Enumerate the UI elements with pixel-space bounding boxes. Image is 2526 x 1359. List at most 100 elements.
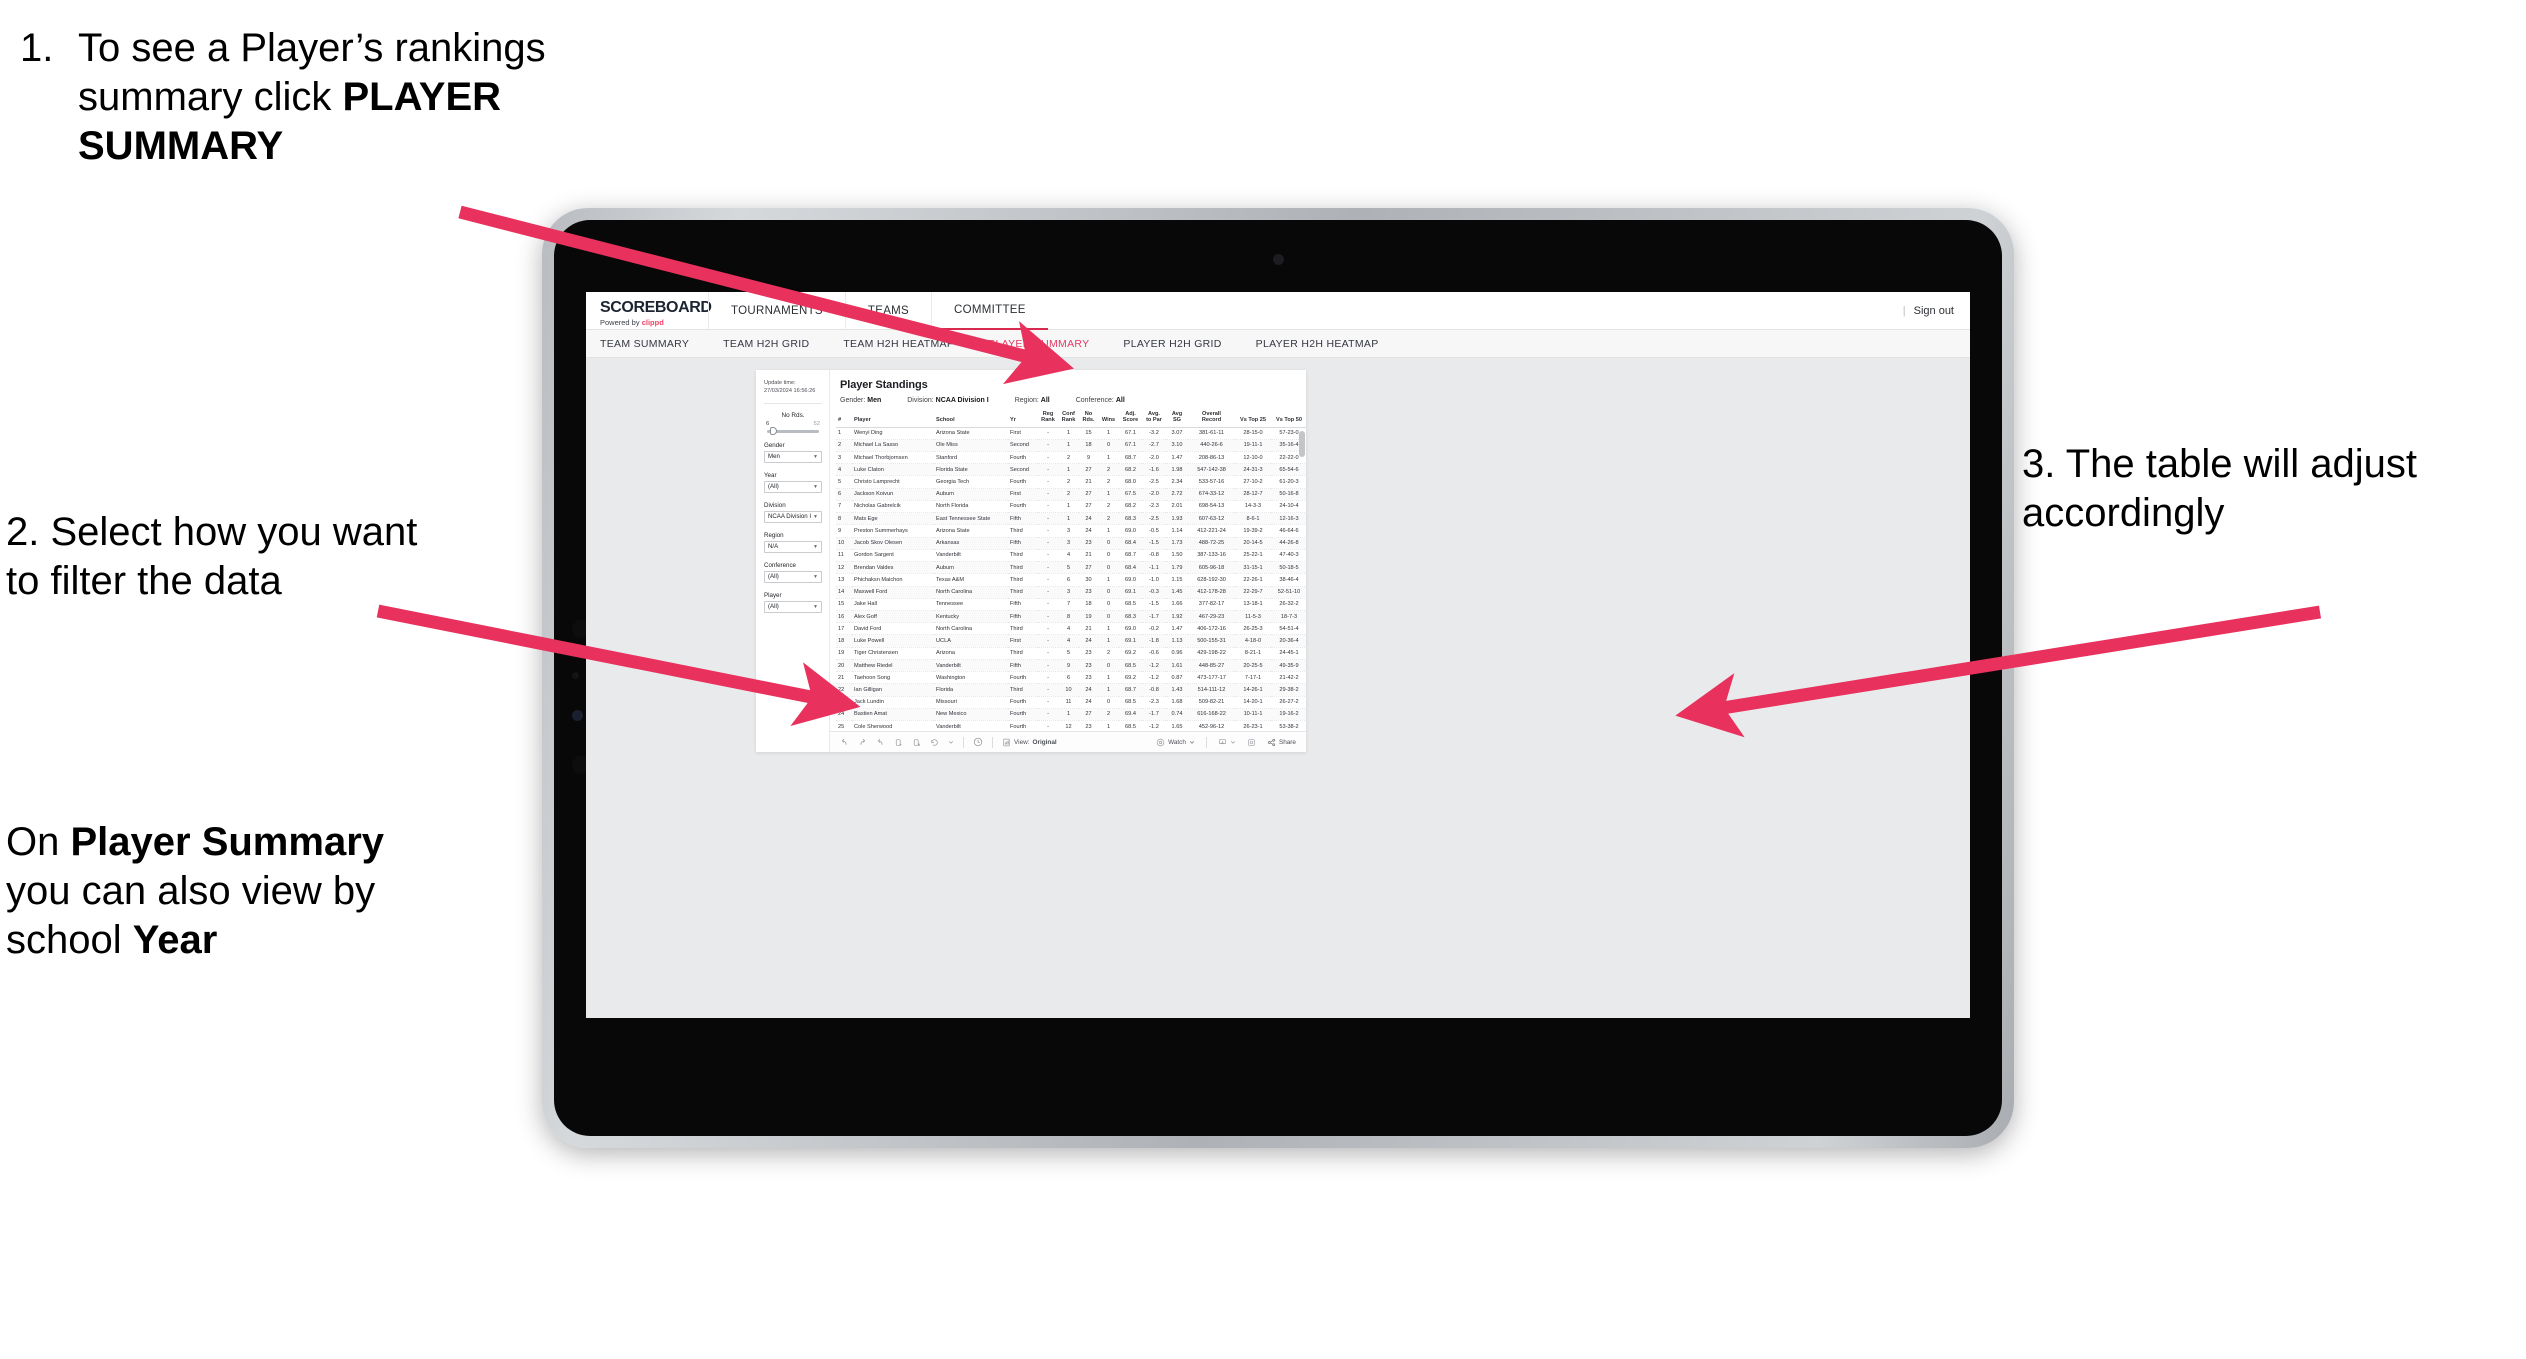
table-row[interactable]: 11 Gordon Sargent Vanderbilt Third -4 21 0 68.7… [836,549,1306,563]
cell-rds: 24 [1079,683,1098,697]
watch-button[interactable]: Watch [1156,738,1195,747]
cell-rds: 19 [1079,610,1098,624]
table-row[interactable]: 7 Nicholas Gabrelcik North Florida Fourth -1… [836,500,1306,514]
table-row[interactable]: 5 Christo Lamprecht Georgia Tech Fourth -2 21… [836,475,1306,489]
table-row[interactable]: 17 David Ford North Carolina Third -4 21 1 69.0… [836,622,1306,636]
table-row[interactable]: 20 Matthew Riedel Vanderbilt Fifth -9 23 0 68.5… [836,659,1306,673]
cell-player: Cole Sherwood [852,720,934,731]
table-row[interactable]: 1 Wenyi Ding Arizona State First -1 15 1 67.1 -3… [836,427,1306,440]
chevron-down-icon: ▼ [813,573,818,580]
pause-icon[interactable] [894,738,903,747]
cell-player: Brendan Valdes [852,561,934,575]
table-row[interactable]: 12 Brendan Valdes Auburn Third -5 27 0 68.4 -1.1… [836,561,1306,575]
table-row[interactable]: 19 Tiger Christensen Arizona Third -5 23 2 69.2… [836,647,1306,660]
table-row[interactable]: 2 Michael La Sasso Ole Miss Second -1 18 0 67.1… [836,439,1306,452]
cell-school: Arizona State [934,524,1008,538]
table-row[interactable]: 6 Jackson Koivun Auburn First -2 27 1 67.5 -2.0 2… [836,488,1306,501]
fullscreen-icon[interactable] [1247,738,1256,747]
table-row[interactable]: 15 Jake Hall Tennessee Fifth -7 18 0 68.5 -1.5 1.… [836,598,1306,612]
col-header-sg[interactable]: Avg SG [1166,411,1188,428]
cell-wins: 2 [1098,475,1119,489]
view-value: Original [1032,738,1057,746]
cell-school: Arizona [934,647,1008,660]
col-header-adj[interactable]: Adj. Score [1119,411,1142,428]
col-header-conf[interactable]: Conf Rank [1058,411,1079,428]
col-header-player[interactable]: Player [852,411,934,428]
nav-tournaments[interactable]: TOURNAMENTS [708,292,845,330]
cell-wins: 1 [1098,488,1119,501]
filter-player-select[interactable]: (All) ▼ [764,601,822,613]
table-row[interactable]: 10 Jacob Skov Olesen Arkansas Fifth -3 23 0 68.… [836,537,1306,550]
table-row[interactable]: 13 Phichaksn Maichon Texas A&M Third -6 30 1 69… [836,573,1306,587]
filter-region-select[interactable]: N/A ▼ [764,541,822,553]
filter-gender-value: Men [768,453,780,461]
table-row[interactable]: 9 Preston Summerhays Arizona State Third -3 2… [836,524,1306,538]
subnav-player-summary[interactable]: PLAYER SUMMARY [988,338,1089,350]
standings-table-scroll[interactable]: # Player School Yr Reg Rank Conf Rank No Rds. Wins… [830,411,1306,731]
subnav-player-h2h-heatmap[interactable]: PLAYER H2H HEATMAP [1256,338,1379,350]
redo-icon[interactable] [858,738,867,747]
undo-icon[interactable] [840,738,849,747]
table-row[interactable]: 4 Luke Claton Florida State Second -1 27 2 68.2… [836,463,1306,477]
revert-icon[interactable] [876,738,885,747]
cell-rec: 500-155-31 [1188,634,1235,648]
subnav-team-h2h-grid[interactable]: TEAM H2H GRID [723,338,809,350]
table-row[interactable]: 3 Michael Thorbjornsen Stanford Fourth -2 9 1 6… [836,451,1306,465]
filter-year-select[interactable]: (All) ▼ [764,481,822,493]
history-icon[interactable] [973,737,983,747]
resume-icon[interactable] [912,738,921,747]
sign-out-link[interactable]: Sign out [1914,305,1954,317]
col-header-t25[interactable]: Vs Top 25 [1235,411,1271,428]
filter-division-select[interactable]: NCAA Division I ▼ [764,511,822,523]
table-row[interactable]: 25 Cole Sherwood Vanderbilt Fourth -12 23 1 68.… [836,720,1306,731]
col-header-par[interactable]: Avg. to Par [1142,411,1166,428]
cell-t25: 28-15-0 [1235,427,1271,440]
filter-conference-select[interactable]: (All) ▼ [764,571,822,583]
col-header-rank[interactable]: # [836,411,852,428]
share-button[interactable]: Share [1267,738,1296,747]
cell-school: Tennessee [934,598,1008,612]
col-header-school[interactable]: School [934,411,1008,428]
table-row[interactable]: 21 Taehoon Song Washington Fourth -6 23 1 69.2-… [836,671,1306,685]
vertical-scrollbar[interactable] [1299,431,1305,457]
chevron-down-icon[interactable] [948,739,954,745]
col-header-rec[interactable]: Overall Record [1188,411,1235,428]
slider-track[interactable] [767,427,819,436]
nav-committee[interactable]: COMMITTEE [931,292,1048,330]
col-header-reg[interactable]: Reg Rank [1038,411,1058,428]
table-row[interactable]: 14 Maxwell Ford North Carolina Third -3 23 0 69… [836,586,1306,599]
table-row[interactable]: 16 Alex Goff Kentucky Fifth -8 19 0 68.3 -1.7 1.9… [836,610,1306,624]
cell-wins: 1 [1098,671,1119,685]
cell-reg: - [1038,439,1058,452]
col-header-t50[interactable]: Vs Top 50 [1271,411,1306,428]
cell-school: UCLA [934,634,1008,648]
col-header-yr[interactable]: Yr [1008,411,1038,428]
filter-gender-select[interactable]: Men ▼ [764,451,822,463]
subnav-team-summary[interactable]: TEAM SUMMARY [600,338,689,350]
view-original-button[interactable]: View: Original [1002,738,1057,747]
cell-player: Michael Thorbjornsen [852,451,934,465]
table-row[interactable]: 18 Luke Powell UCLA First -4 24 1 69.1 -1.8 1.13 5… [836,634,1306,648]
slider-handle[interactable] [770,427,777,436]
refresh-icon[interactable] [930,738,939,747]
table-row[interactable]: 22 Ian Gilligan Florida Third -10 24 1 68.7 -0.8… [836,683,1306,697]
col-header-wins[interactable]: Wins [1098,411,1119,428]
filter-player: Player (All) ▼ [764,592,822,613]
table-row[interactable]: 23 Jack Lundin Missouri Fourth -11 24 0 68.5 -2.… [836,696,1306,709]
cell-rds: 9 [1079,451,1098,465]
cell-school: Auburn [934,488,1008,501]
subnav-team-h2h-heatmap[interactable]: TEAM H2H HEATMAP [843,338,954,350]
download-button[interactable] [1218,738,1236,747]
chevron-down-icon: ▼ [813,483,818,490]
table-row[interactable]: 8 Mats Ege East Tennessee State Fifth -1 24 2 6… [836,512,1306,526]
cell-t50: 65-54-6 [1271,463,1306,477]
col-header-rds[interactable]: No Rds. [1079,411,1098,428]
cell-rank: 13 [836,573,852,587]
table-row[interactable]: 24 Bastien Amat New Mexico Fourth -1 27 2 69.4-… [836,708,1306,722]
subnav-player-h2h-grid[interactable]: PLAYER H2H GRID [1123,338,1221,350]
nav-teams[interactable]: TEAMS [844,292,931,330]
cell-adj: 68.7 [1119,549,1142,563]
cell-rds: 23 [1079,671,1098,685]
cell-t50: 50-16-8 [1271,488,1306,501]
cell-yr: Fifth [1008,659,1038,673]
